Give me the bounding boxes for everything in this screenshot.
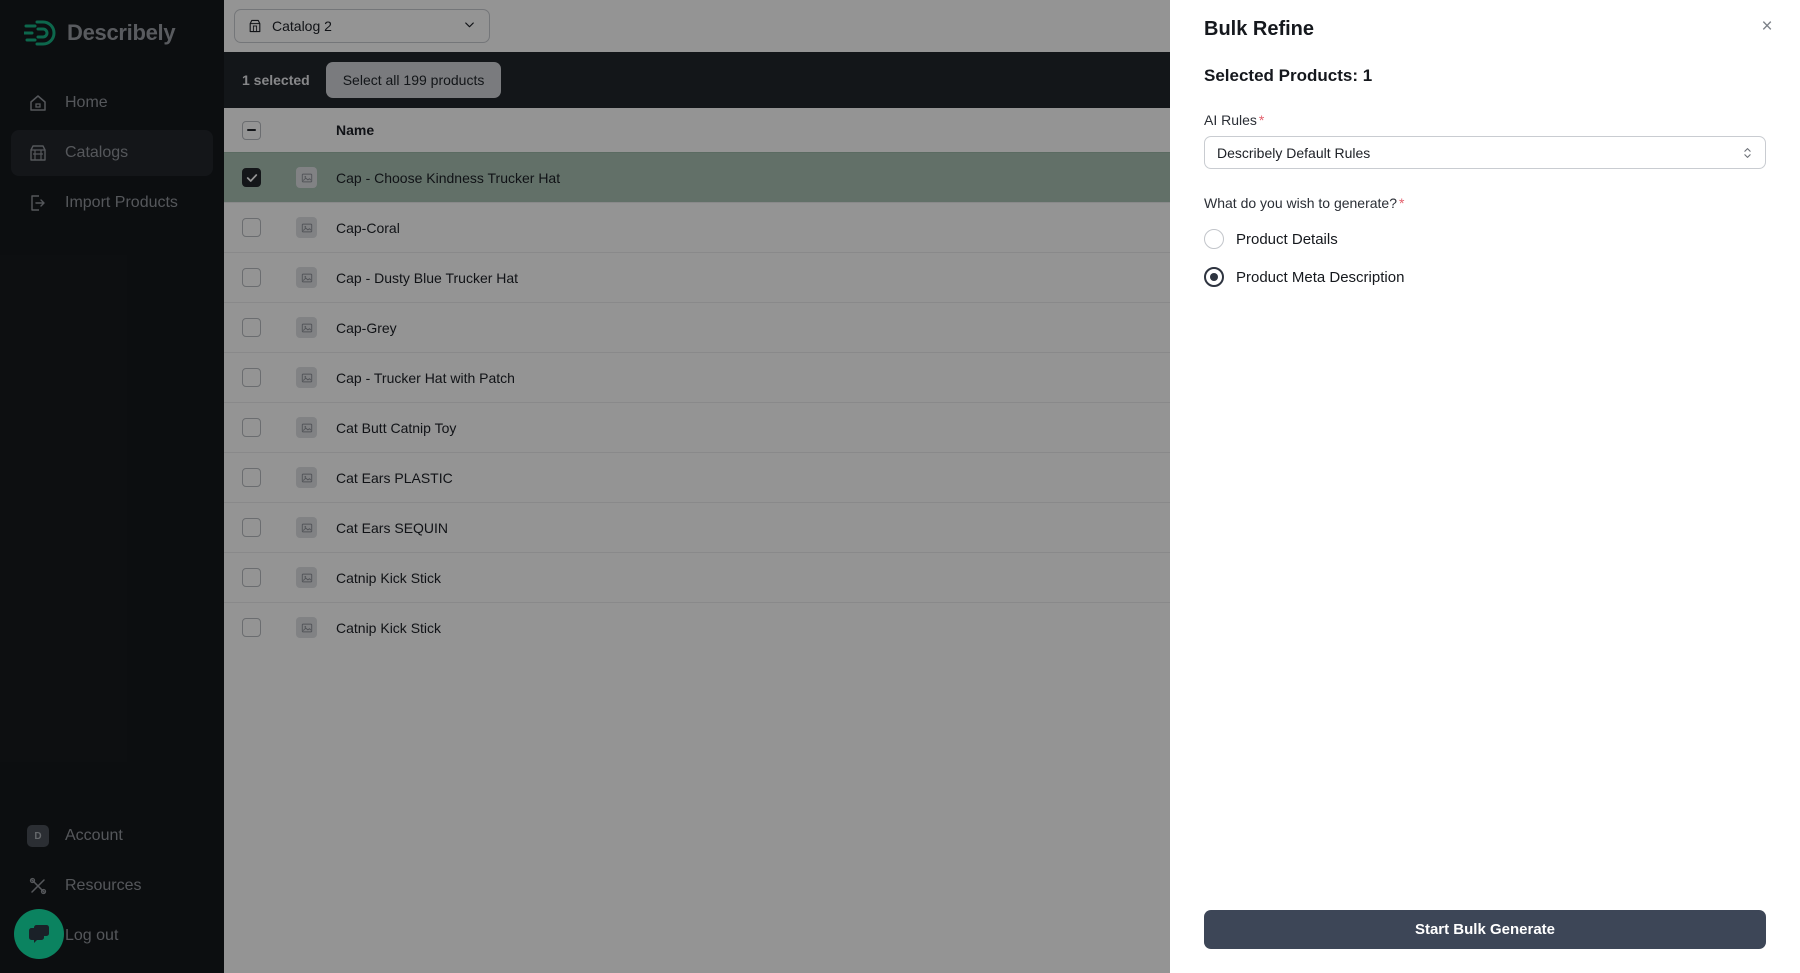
ai-rules-field-label: AI Rules*: [1204, 112, 1766, 128]
bulk-refine-drawer: Bulk Refine × Selected Products: 1 AI Ru…: [1170, 0, 1800, 973]
drawer-body: Selected Products: 1 AI Rules* Describel…: [1170, 41, 1800, 910]
radio-label: Product Meta Description: [1236, 269, 1404, 286]
close-icon[interactable]: ×: [1754, 14, 1780, 40]
start-bulk-generate-button[interactable]: Start Bulk Generate: [1204, 910, 1766, 949]
chevron-updown-icon: [1742, 146, 1753, 160]
required-asterisk: *: [1399, 195, 1404, 211]
ai-rules-select[interactable]: Describely Default Rules: [1204, 136, 1766, 169]
ai-rules-field-label-text: AI Rules: [1204, 112, 1257, 128]
radio-icon-selected[interactable]: [1204, 267, 1224, 287]
radio-icon[interactable]: [1204, 229, 1224, 249]
selected-products-count: Selected Products: 1: [1204, 66, 1766, 86]
generate-question-label: What do you wish to generate?*: [1204, 195, 1766, 211]
drawer-header: Bulk Refine ×: [1170, 0, 1800, 41]
drawer-footer: Start Bulk Generate: [1170, 910, 1800, 973]
generate-question-text: What do you wish to generate?: [1204, 195, 1397, 211]
radio-label: Product Details: [1236, 231, 1338, 248]
radio-option-product-details[interactable]: Product Details: [1204, 229, 1766, 249]
drawer-title: Bulk Refine: [1204, 18, 1766, 41]
radio-option-product-meta-description[interactable]: Product Meta Description: [1204, 267, 1766, 287]
app-root: Describely Home Catalogs Import Products: [0, 0, 1800, 973]
ai-rules-select-value: Describely Default Rules: [1217, 145, 1370, 161]
required-asterisk: *: [1259, 112, 1264, 128]
